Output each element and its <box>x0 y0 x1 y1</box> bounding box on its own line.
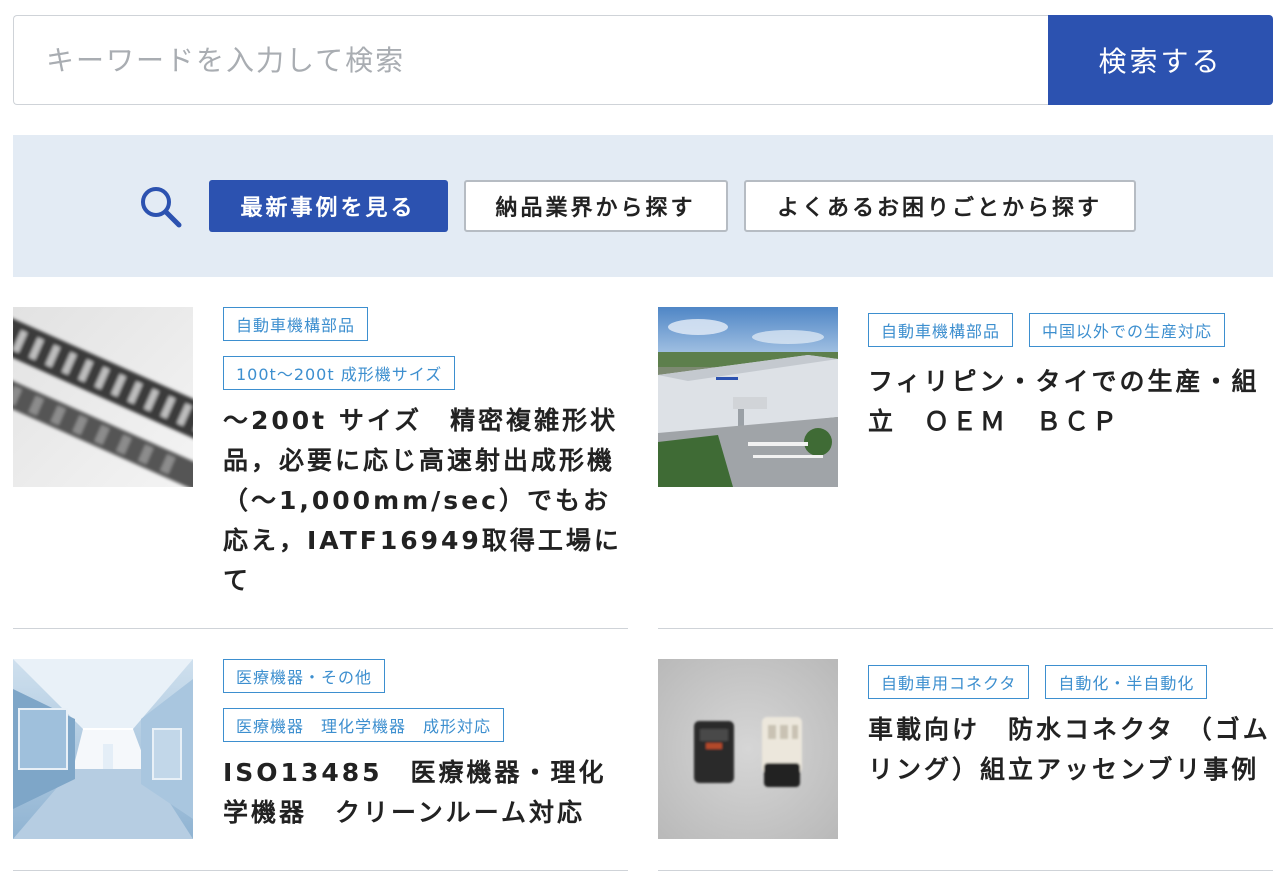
case-tag[interactable]: 医療機器・その他 <box>223 659 386 693</box>
case-tag[interactable]: 医療機器 理化学機器 成形対応 <box>223 708 505 742</box>
search-input[interactable] <box>13 15 1048 105</box>
case-title[interactable]: フィリピン・タイでの生産・組立 ＯＥＭ ＢＣＰ <box>868 362 1273 442</box>
tag-list: 自動車用コネクタ 自動化・半自動化 <box>868 665 1273 714</box>
case-tag[interactable]: 自動化・半自動化 <box>1045 665 1208 699</box>
case-title[interactable]: ISO13485 医療機器・理化学機器 クリーンルーム対応 <box>223 753 628 833</box>
case-thumbnail[interactable] <box>658 307 838 487</box>
filter-tabs: 最新事例を見る 納品業界から探す よくあるお困りごとから探す <box>139 180 1136 232</box>
case-thumbnail[interactable] <box>13 307 193 487</box>
filter-panel: 最新事例を見る 納品業界から探す よくあるお困りごとから探す <box>13 135 1273 277</box>
case-body: 自動車機構部品 100t〜200t 成形機サイズ 〜200t サイズ 精密複雑形… <box>223 307 628 601</box>
case-tag[interactable]: 自動車機構部品 <box>868 313 1014 347</box>
case-card[interactable]: 自動車機構部品 中国以外での生産対応 フィリピン・タイでの生産・組立 ＯＥＭ Ｂ… <box>658 307 1273 629</box>
case-title[interactable]: 車載向け 防水コネクタ （ゴムリング）組立アッセンブリ事例 <box>868 710 1273 790</box>
search-button[interactable]: 検索する <box>1048 15 1273 105</box>
tag-list: 自動車機構部品 100t〜200t 成形機サイズ <box>223 307 628 405</box>
search-bar: 検索する <box>13 15 1273 105</box>
tab-latest-cases[interactable]: 最新事例を見る <box>208 180 448 232</box>
tag-list: 医療機器・その他 医療機器 理化学機器 成形対応 <box>223 659 628 757</box>
search-icon <box>140 187 181 228</box>
tab-by-problem[interactable]: よくあるお困りごとから探す <box>743 180 1136 232</box>
case-tag[interactable]: 100t〜200t 成形機サイズ <box>223 356 456 390</box>
tag-list: 自動車機構部品 中国以外での生産対応 <box>868 313 1273 362</box>
case-thumbnail[interactable] <box>13 659 193 839</box>
case-tag[interactable]: 自動車用コネクタ <box>868 665 1030 699</box>
case-thumbnail[interactable] <box>658 659 838 839</box>
case-tag[interactable]: 中国以外での生産対応 <box>1029 313 1226 347</box>
case-card[interactable]: 自動車機構部品 100t〜200t 成形機サイズ 〜200t サイズ 精密複雑形… <box>13 307 628 629</box>
case-card[interactable]: 自動車用コネクタ 自動化・半自動化 車載向け 防水コネクタ （ゴムリング）組立ア… <box>658 659 1273 871</box>
case-body: 自動車用コネクタ 自動化・半自動化 車載向け 防水コネクタ （ゴムリング）組立ア… <box>868 659 1273 790</box>
case-body: 自動車機構部品 中国以外での生産対応 フィリピン・タイでの生産・組立 ＯＥＭ Ｂ… <box>868 307 1273 442</box>
case-title[interactable]: 〜200t サイズ 精密複雑形状品，必要に応じ高速射出成形機（〜1,000mm/… <box>223 401 628 601</box>
case-tag[interactable]: 自動車機構部品 <box>223 307 369 341</box>
case-card[interactable]: 医療機器・その他 医療機器 理化学機器 成形対応 ISO13485 医療機器・理… <box>13 659 628 871</box>
tab-by-industry[interactable]: 納品業界から探す <box>463 180 728 232</box>
case-body: 医療機器・その他 医療機器 理化学機器 成形対応 ISO13485 医療機器・理… <box>223 659 628 833</box>
